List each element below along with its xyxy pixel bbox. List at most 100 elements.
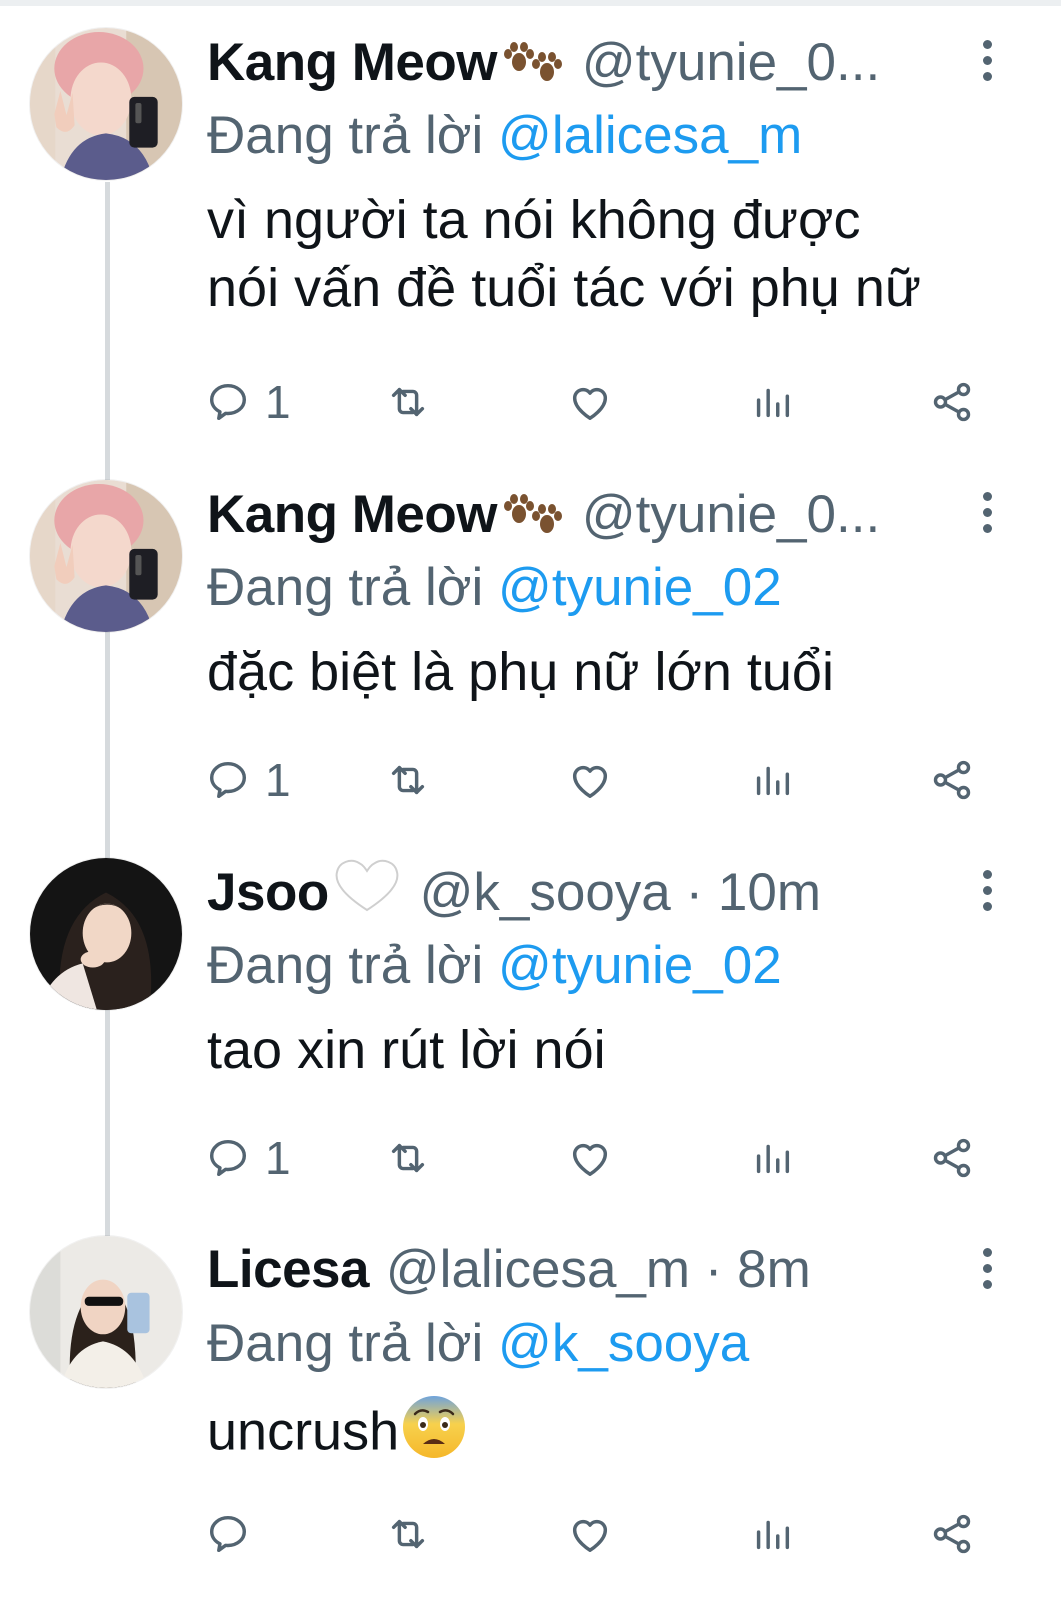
avatar[interactable] bbox=[30, 858, 182, 1010]
tweet-header: Kang Meow @tyunie_0... bbox=[207, 26, 967, 98]
share-icon bbox=[933, 760, 971, 800]
tweet-text: tao xin rút lời nói bbox=[207, 1016, 1037, 1084]
more-options-icon[interactable] bbox=[975, 40, 999, 90]
fearful-face-icon bbox=[401, 1394, 467, 1476]
retweet-icon bbox=[391, 1519, 425, 1549]
replying-to-label: Đang trả lời bbox=[207, 1314, 484, 1373]
more-options-icon[interactable] bbox=[975, 1248, 999, 1298]
tweet-actions bbox=[205, 1504, 1005, 1564]
white-heart-icon bbox=[331, 856, 403, 928]
replying-to-label: Đang trả lời bbox=[207, 558, 484, 617]
reply-button[interactable]: 1 bbox=[205, 1128, 291, 1188]
tweet-actions: 1 bbox=[205, 750, 1005, 810]
replying-to: Đang trả lời @lalicesa_m bbox=[207, 100, 802, 172]
replying-to: Đang trả lời @tyunie_02 bbox=[207, 552, 782, 624]
display-name[interactable]: Licesa bbox=[207, 1240, 370, 1299]
share-icon bbox=[933, 382, 971, 422]
avatar-girl-dark-image bbox=[30, 858, 182, 1010]
like-button[interactable] bbox=[567, 1504, 613, 1564]
like-button[interactable] bbox=[567, 750, 613, 810]
tweet-header: Kang Meow @tyunie_0... bbox=[207, 478, 967, 550]
tweet-text-line: uncrush bbox=[207, 1401, 400, 1462]
analytics-icon bbox=[756, 388, 790, 418]
tweet-text-line: vì người ta nói không được bbox=[207, 190, 861, 250]
retweet-button[interactable] bbox=[385, 750, 431, 810]
mention-link[interactable]: @k_sooya bbox=[498, 1314, 749, 1373]
heart-icon bbox=[572, 387, 608, 421]
replying-to: Đang trả lời @k_sooya bbox=[207, 1308, 749, 1380]
heart-icon bbox=[572, 1143, 608, 1177]
retweet-button[interactable] bbox=[385, 372, 431, 432]
share-button[interactable] bbox=[929, 1128, 975, 1188]
user-handle[interactable]: @tyunie_0... bbox=[582, 33, 880, 92]
mention-link[interactable]: @tyunie_02 bbox=[498, 558, 782, 617]
tweet-text: đặc biệt là phụ nữ lớn tuổi bbox=[207, 638, 1037, 706]
display-name[interactable]: Kang Meow bbox=[207, 485, 497, 544]
tweet-text-line: đặc biệt là phụ nữ lớn tuổi bbox=[207, 642, 834, 702]
tweet-actions: 1 bbox=[205, 372, 1005, 432]
reply-count: 1 bbox=[265, 754, 291, 806]
display-name[interactable]: Jsoo bbox=[207, 863, 329, 922]
more-options-icon[interactable] bbox=[975, 492, 999, 542]
avatar[interactable] bbox=[30, 1236, 182, 1388]
tweet[interactable]: Jsoo @k_sooya · 10m Đang trả lời @tyunie… bbox=[0, 830, 1061, 1210]
tweet-text: uncrush bbox=[207, 1394, 1037, 1476]
analytics-icon bbox=[756, 766, 790, 796]
like-button[interactable] bbox=[567, 372, 613, 432]
avatar[interactable] bbox=[30, 480, 182, 632]
reply-button[interactable]: 1 bbox=[205, 750, 291, 810]
avatar-boy-image bbox=[30, 28, 182, 180]
reply-count: 1 bbox=[265, 1132, 291, 1184]
share-button[interactable] bbox=[929, 750, 975, 810]
replying-to: Đang trả lời @tyunie_02 bbox=[207, 930, 782, 1002]
views-button[interactable] bbox=[749, 372, 795, 432]
user-handle[interactable]: @lalicesa_m · 8m bbox=[386, 1240, 811, 1299]
avatar-girl-light-image bbox=[30, 1236, 182, 1388]
reply-icon bbox=[209, 1139, 247, 1177]
user-handle[interactable]: @tyunie_0... bbox=[582, 485, 880, 544]
tweet-text: vì người ta nói không được nói vấn đề tu… bbox=[207, 186, 1037, 322]
share-button[interactable] bbox=[929, 1504, 975, 1564]
retweet-button[interactable] bbox=[385, 1128, 431, 1188]
avatar-boy-image bbox=[30, 480, 182, 632]
retweet-icon bbox=[391, 1143, 425, 1173]
more-options-icon[interactable] bbox=[975, 870, 999, 920]
views-button[interactable] bbox=[749, 750, 795, 810]
display-name[interactable]: Kang Meow bbox=[207, 33, 497, 92]
tweet[interactable]: Licesa @lalicesa_m · 8m Đang trả lời @k_… bbox=[0, 1208, 1061, 1617]
tweet-text-line: nói vấn đề tuổi tác với phụ nữ bbox=[207, 258, 921, 318]
like-button[interactable] bbox=[567, 1128, 613, 1188]
paw-prints-icon bbox=[499, 26, 565, 98]
replying-to-label: Đang trả lời bbox=[207, 936, 484, 995]
mention-link[interactable]: @lalicesa_m bbox=[498, 106, 802, 165]
share-button[interactable] bbox=[929, 372, 975, 432]
views-button[interactable] bbox=[749, 1504, 795, 1564]
share-icon bbox=[933, 1514, 971, 1554]
reply-button[interactable] bbox=[205, 1504, 265, 1564]
tweet[interactable]: Kang Meow @tyunie_0... Đang trả lời @tyu… bbox=[0, 452, 1061, 830]
tweet-header: Licesa @lalicesa_m · 8m bbox=[207, 1234, 967, 1306]
retweet-icon bbox=[391, 765, 425, 795]
share-icon bbox=[933, 1138, 971, 1178]
heart-icon bbox=[572, 765, 608, 799]
tweet-text-line: tao xin rút lời nói bbox=[207, 1020, 606, 1080]
reply-count: 1 bbox=[265, 376, 291, 428]
tweet-actions: 1 bbox=[205, 1128, 1005, 1188]
heart-icon bbox=[572, 1519, 608, 1553]
tweet-header: Jsoo @k_sooya · 10m bbox=[207, 856, 967, 928]
user-handle[interactable]: @k_sooya · 10m bbox=[420, 863, 821, 922]
views-button[interactable] bbox=[749, 1128, 795, 1188]
reply-icon bbox=[209, 1515, 247, 1553]
analytics-icon bbox=[756, 1520, 790, 1550]
mention-link[interactable]: @tyunie_02 bbox=[498, 936, 782, 995]
retweet-button[interactable] bbox=[385, 1504, 431, 1564]
paw-prints-icon bbox=[499, 478, 565, 550]
analytics-icon bbox=[756, 1144, 790, 1174]
tweet[interactable]: Kang Meow @tyunie_0... Đang trả lời @lal… bbox=[0, 0, 1061, 450]
reply-button[interactable]: 1 bbox=[205, 372, 291, 432]
retweet-icon bbox=[391, 387, 425, 417]
avatar[interactable] bbox=[30, 28, 182, 180]
reply-icon bbox=[209, 761, 247, 799]
reply-icon bbox=[209, 383, 247, 421]
replying-to-label: Đang trả lời bbox=[207, 106, 484, 165]
